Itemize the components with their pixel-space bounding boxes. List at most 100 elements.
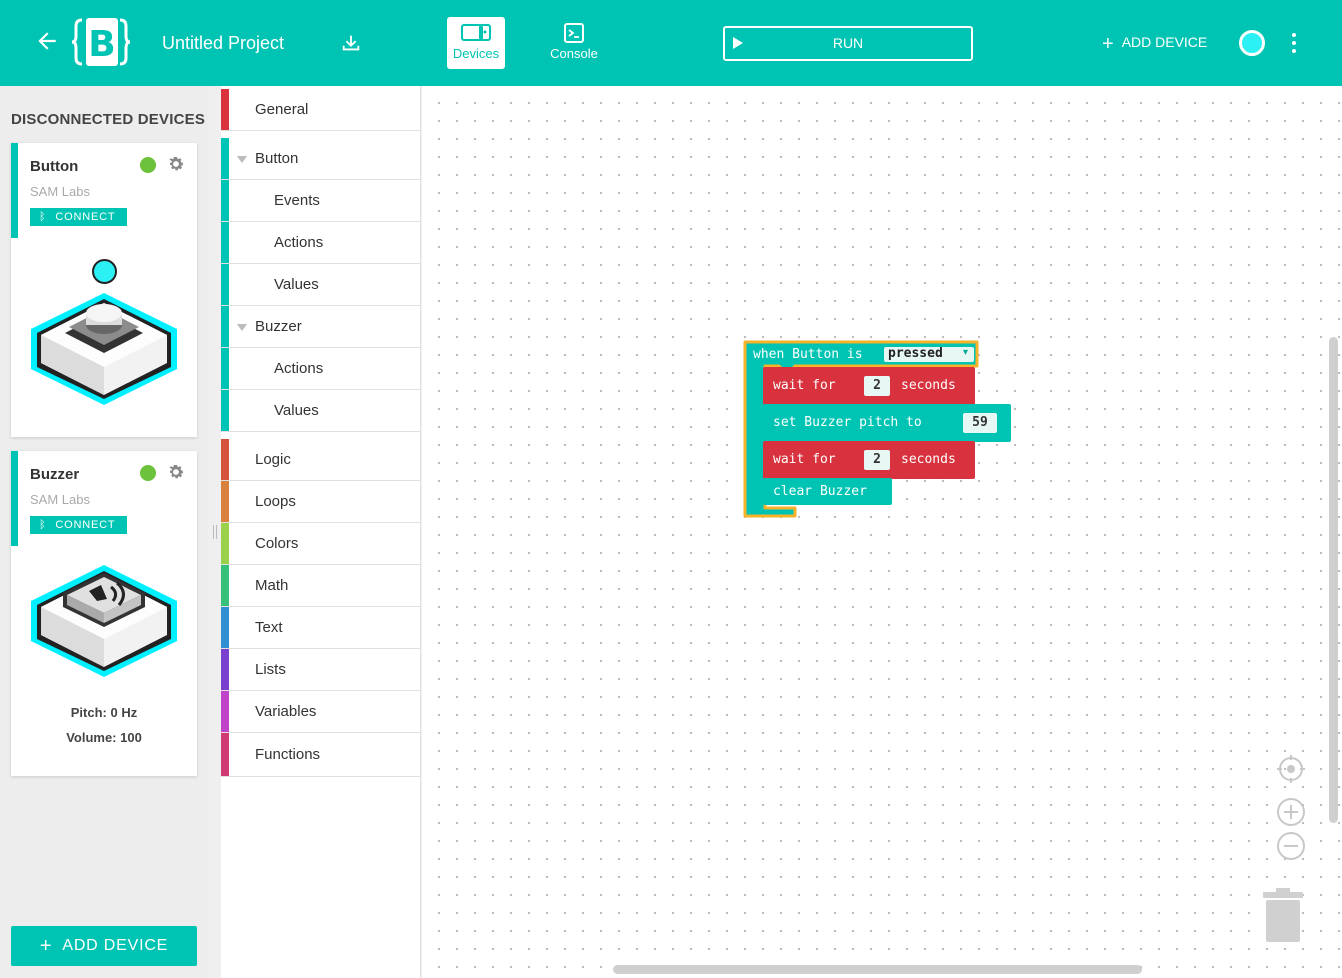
back-arrow-icon[interactable]	[34, 28, 60, 54]
wait-block-label: wait for	[773, 378, 836, 393]
disconnected-devices-heading: DISCONNECTED DEVICES	[11, 111, 206, 128]
category-label: Actions	[274, 360, 324, 377]
wait-seconds-input[interactable]: 2	[864, 450, 890, 470]
download-icon[interactable]	[340, 32, 362, 54]
category-color-bar	[221, 733, 229, 776]
connect-button[interactable]: ᛒ CONNECT	[30, 208, 127, 226]
gear-icon[interactable]	[166, 462, 186, 482]
toolbox-category-math[interactable]: Math	[221, 565, 420, 607]
category-color-bar	[221, 138, 229, 179]
category-label: Variables	[255, 703, 317, 720]
recenter-icon[interactable]	[1276, 754, 1306, 784]
category-label: Values	[274, 402, 319, 419]
run-button[interactable]: RUN	[723, 26, 973, 61]
buzzer-pitch-readout: Pitch: 0 Hz	[70, 705, 138, 720]
pitch-value-input[interactable]: 59	[963, 413, 997, 433]
category-color-bar	[221, 348, 229, 389]
category-color-bar	[221, 180, 229, 221]
toolbox-category-loops[interactable]: Loops	[221, 481, 420, 523]
connect-button[interactable]: ᛒ CONNECT	[30, 516, 127, 534]
category-label: Text	[255, 619, 283, 636]
event-dropdown[interactable]: pressed ▾	[884, 346, 974, 362]
zoom-in-icon[interactable]	[1276, 797, 1306, 827]
wait-seconds-input[interactable]: 2	[864, 376, 890, 396]
device-maker: SAM Labs	[30, 492, 90, 507]
toolbox-category-variables[interactable]: Variables	[221, 691, 420, 733]
category-color-bar	[221, 607, 229, 648]
event-dropdown-value: pressed	[888, 346, 943, 361]
battery-leaf-icon	[140, 465, 156, 481]
tab-console[interactable]: Console	[545, 17, 603, 69]
connection-status-indicator[interactable]	[1239, 30, 1265, 56]
toolbox-category-colors[interactable]: Colors	[221, 523, 420, 565]
tab-console-label: Console	[550, 46, 598, 61]
wait-block-label: wait for	[773, 452, 836, 467]
category-color-bar	[221, 390, 229, 431]
toolbox-category-buzzer[interactable]: Buzzer	[221, 306, 420, 348]
sidebar-resize-handle[interactable]	[213, 525, 217, 539]
blocks-workspace[interactable]	[422, 86, 1342, 978]
add-device-button-top[interactable]: + ADD DEVICE	[1102, 33, 1207, 56]
toolbox-subcategory-button-events[interactable]: Events	[221, 180, 420, 222]
card-accent-bar	[11, 143, 18, 238]
category-label: Values	[274, 276, 319, 293]
gear-icon[interactable]	[166, 154, 186, 174]
block-wait-2[interactable]: wait for 2 seconds	[763, 441, 975, 479]
category-label: Colors	[255, 535, 299, 552]
buzzer-volume-readout: Volume: 100	[66, 730, 142, 745]
project-title[interactable]: Untitled Project	[162, 33, 284, 54]
toolbox-subcategory-button-values[interactable]: Values	[221, 264, 420, 306]
category-label: Buzzer	[255, 318, 302, 335]
event-block-label: when Button is	[753, 347, 863, 362]
zoom-out-icon[interactable]	[1276, 831, 1306, 861]
block-set-buzzer-pitch[interactable]: set Buzzer pitch to 59	[763, 404, 1011, 442]
category-color-bar	[221, 523, 229, 564]
dropdown-arrow-icon: ▾	[962, 347, 968, 358]
svg-text:B: B	[88, 24, 115, 65]
expand-triangle-icon[interactable]	[237, 156, 247, 163]
expand-triangle-icon[interactable]	[237, 324, 247, 331]
toolbox-category-lists[interactable]: Lists	[221, 649, 420, 691]
workspace-horizontal-scrollbar[interactable]	[613, 965, 1142, 974]
block-clear-buzzer[interactable]: clear Buzzer	[763, 478, 892, 505]
add-device-top-label: ADD DEVICE	[1121, 34, 1208, 50]
clear-block-label: clear Buzzer	[773, 484, 867, 499]
tab-devices[interactable]: Devices	[447, 17, 505, 69]
device-name: Button	[30, 158, 79, 175]
toolbox-subcategory-buzzer-values[interactable]: Values	[221, 390, 420, 432]
more-options-icon[interactable]	[1284, 31, 1304, 55]
category-color-bar	[221, 89, 229, 130]
toolbox-subcategory-button-actions[interactable]: Actions	[221, 222, 420, 264]
device-maker: SAM Labs	[30, 184, 90, 199]
category-label: Actions	[274, 234, 324, 251]
block-wait-1[interactable]: wait for 2 seconds	[763, 367, 975, 405]
category-label: Logic	[255, 451, 291, 468]
category-color-bar	[221, 481, 229, 522]
set-pitch-block-label: set Buzzer pitch to	[773, 415, 922, 430]
device-card-button[interactable]: Button SAM Labs ᛒ CONNECT	[11, 143, 197, 437]
workspace-vertical-scrollbar[interactable]	[1329, 337, 1338, 823]
category-color-bar	[221, 306, 229, 347]
category-label: Button	[255, 150, 299, 167]
category-color-bar	[221, 565, 229, 606]
add-device-button-bottom[interactable]: + ADD DEVICE	[11, 926, 197, 966]
trash-icon[interactable]	[1261, 886, 1305, 944]
device-led-indicator	[92, 259, 117, 284]
card-accent-bar	[11, 451, 18, 546]
category-label: Loops	[255, 493, 296, 510]
toolbox-category-functions[interactable]: Functions	[221, 733, 420, 777]
devices-icon	[461, 24, 491, 41]
toolbox-category-text[interactable]: Text	[221, 607, 420, 649]
category-color-bar	[221, 222, 229, 263]
category-label: Math	[255, 577, 289, 594]
play-icon	[733, 37, 743, 49]
battery-leaf-icon	[140, 157, 156, 173]
run-button-label: RUN	[832, 35, 864, 51]
device-card-buzzer[interactable]: Buzzer SAM Labs ᛒ CONNECT Pitch: 0 Hz Vol…	[11, 451, 197, 776]
toolbox-subcategory-buzzer-actions[interactable]: Actions	[221, 348, 420, 390]
toolbox-category-logic[interactable]: Logic	[221, 439, 420, 481]
connect-label: CONNECT	[55, 211, 116, 223]
toolbox-category-button[interactable]: Button	[221, 138, 420, 180]
wait-block-suffix: seconds	[901, 378, 956, 393]
toolbox-category-general[interactable]: General	[221, 89, 420, 131]
